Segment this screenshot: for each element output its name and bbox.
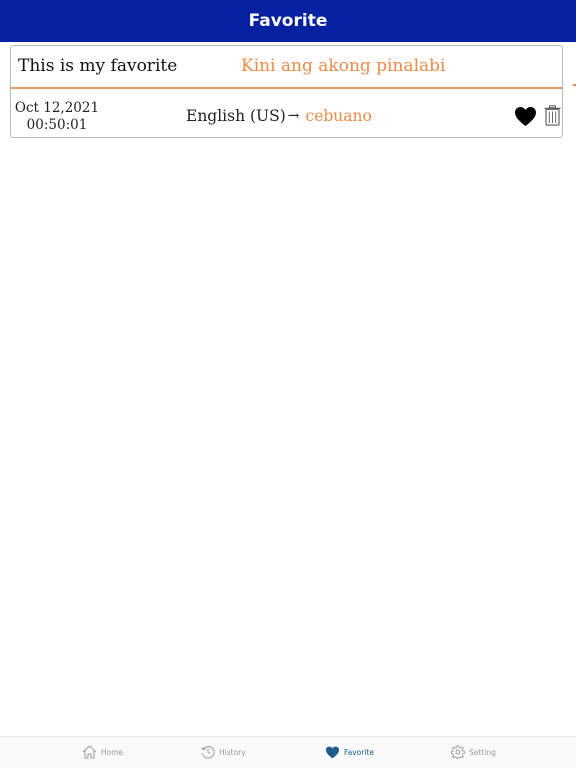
gear-icon <box>451 745 465 759</box>
target-language: cebuano <box>305 107 372 125</box>
timestamp: Oct 12,2021 00:50:01 <box>11 100 103 134</box>
source-language: English (US) <box>186 107 286 125</box>
history-icon <box>201 746 215 759</box>
time-label: 00:50:01 <box>26 117 88 133</box>
tab-home[interactable]: Home <box>82 743 123 761</box>
source-text: This is my favorite <box>18 56 178 76</box>
tab-history-label: History <box>219 747 246 757</box>
page-title: Favorite <box>248 11 328 31</box>
trash-icon <box>544 105 561 126</box>
tab-bar: Home History Favorite Setting <box>0 736 576 768</box>
translated-text: Kini ang akong pinalabi <box>241 56 446 76</box>
home-icon <box>82 745 97 759</box>
heart-icon <box>515 106 536 127</box>
tab-setting[interactable]: Setting <box>451 743 496 761</box>
heart-icon <box>326 746 339 758</box>
date-label: Oct 12,2021 <box>14 100 100 116</box>
unfavorite-button[interactable] <box>514 106 537 127</box>
tab-home-label: Home <box>101 747 124 757</box>
delete-button[interactable] <box>544 105 561 126</box>
favorite-item[interactable]: This is my favorite Kini ang akong pinal… <box>10 45 563 138</box>
translation-pair: This is my favorite Kini ang akong pinal… <box>11 46 562 89</box>
tab-favorite[interactable]: Favorite <box>325 743 374 761</box>
language-pair: English (US) → cebuano <box>186 107 372 125</box>
arrow-icon: → <box>287 108 300 124</box>
tab-history[interactable]: History <box>201 743 246 761</box>
navigation-bar: Favorite <box>0 0 576 42</box>
tab-favorite-label: Favorite <box>344 747 374 757</box>
tab-setting-label: Setting <box>469 747 496 757</box>
